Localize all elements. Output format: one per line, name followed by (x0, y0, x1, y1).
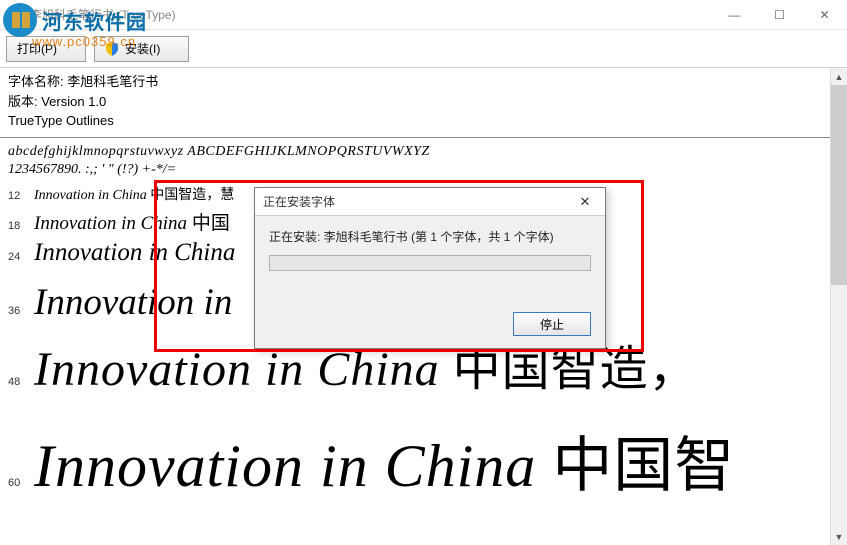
window-title: 李旭科毛笔行书 (TrueType) (30, 6, 176, 23)
progress-bar (269, 255, 591, 271)
stop-label: 停止 (540, 316, 564, 333)
scrollbar-thumb[interactable] (831, 85, 847, 285)
dialog-close-button[interactable]: ✕ (573, 192, 597, 212)
size-label: 18 (8, 220, 34, 232)
scroll-down-icon[interactable]: ▼ (831, 528, 847, 545)
font-info: 字体名称: 李旭科毛笔行书 版本: Version 1.0 TrueType O… (0, 68, 847, 138)
print-label: 打印(P) (17, 40, 57, 57)
vertical-scrollbar[interactable]: ▲ ▼ (830, 68, 847, 545)
dialog-titlebar: 正在安装字体 ✕ (255, 188, 605, 216)
preview-text: Innovation in China 中国 (34, 208, 230, 235)
size-label: 48 (8, 376, 34, 388)
dialog-title: 正在安装字体 (263, 193, 335, 210)
minimize-button[interactable]: — (712, 0, 757, 30)
dialog-body: 正在安装: 李旭科毛笔行书 (第 1 个字体，共 1 个字体) (255, 216, 605, 283)
size-label: 36 (8, 305, 34, 317)
install-dialog: 正在安装字体 ✕ 正在安装: 李旭科毛笔行书 (第 1 个字体，共 1 个字体)… (254, 187, 606, 349)
sample-alphabet: abcdefghijklmnopqrstuvwxyz ABCDEFGHIJKLM… (0, 138, 847, 162)
preview-text: Innovation in China 中国智 (34, 417, 735, 504)
shield-icon (105, 42, 119, 56)
close-button[interactable]: ✕ (802, 0, 847, 30)
install-button[interactable]: 安装(I) (94, 36, 189, 62)
font-outlines: TrueType Outlines (8, 111, 839, 131)
preview-row-60: 60 Innovation in China 中国智 (0, 415, 847, 506)
font-version: 版本: Version 1.0 (8, 92, 839, 112)
preview-text: Innovation in China 中国智造，慧 (34, 184, 234, 204)
maximize-button[interactable]: ☐ (757, 0, 802, 30)
size-label: 12 (8, 190, 34, 202)
window-controls: — ☐ ✕ (712, 0, 847, 30)
titlebar: 李旭科毛笔行书 (TrueType) — ☐ ✕ (0, 0, 847, 30)
dialog-message: 正在安装: 李旭科毛笔行书 (第 1 个字体，共 1 个字体) (269, 228, 591, 245)
install-label: 安装(I) (125, 40, 160, 57)
font-name: 字体名称: 李旭科毛笔行书 (8, 72, 839, 92)
size-label: 60 (8, 477, 34, 489)
toolbar: 打印(P) 安装(I) (0, 30, 847, 68)
size-label: 24 (8, 251, 34, 263)
app-icon (8, 7, 24, 23)
stop-button[interactable]: 停止 (513, 312, 591, 336)
print-button[interactable]: 打印(P) (6, 36, 86, 62)
scroll-up-icon[interactable]: ▲ (831, 68, 847, 85)
sample-numbers: 1234567890. :,; ' " (!?) +-*/= (0, 162, 847, 182)
